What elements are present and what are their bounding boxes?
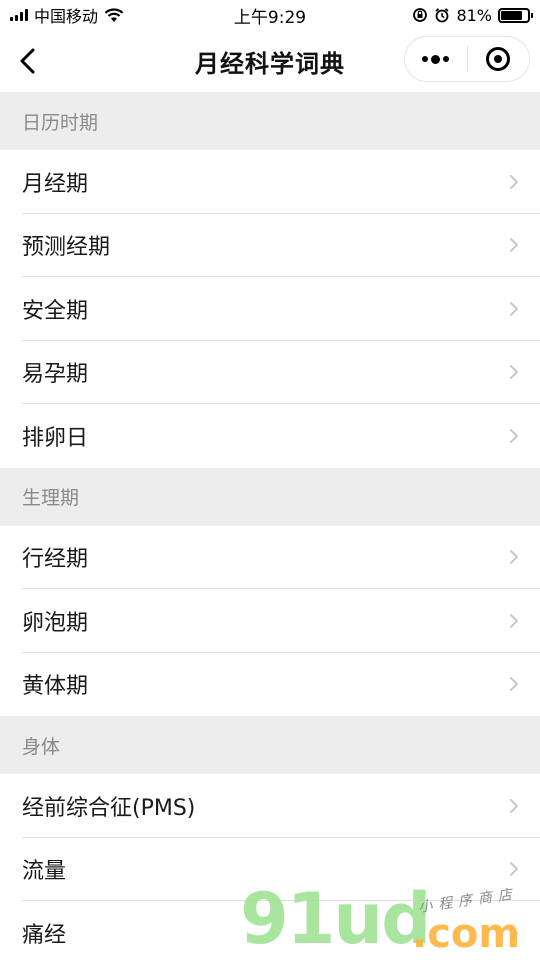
list-item-label: 易孕期 bbox=[22, 362, 89, 388]
list-item[interactable]: 预测经期 bbox=[0, 213, 540, 277]
chevron-right-icon bbox=[510, 301, 518, 316]
section-header: 生理期 bbox=[0, 467, 540, 526]
chevron-right-icon bbox=[510, 365, 518, 380]
list-item[interactable]: 经前综合征(PMS) bbox=[0, 774, 540, 838]
wifi-icon bbox=[104, 7, 124, 22]
list-item-label: 卵泡期 bbox=[22, 610, 89, 636]
list-item-label: 流量 bbox=[22, 859, 67, 885]
list-item[interactable]: 安全期 bbox=[0, 277, 540, 341]
list-item[interactable]: 月经期 bbox=[0, 150, 540, 214]
chevron-right-icon bbox=[510, 238, 518, 253]
chevron-right-icon bbox=[510, 862, 518, 877]
list-item-label: 月经期 bbox=[22, 171, 89, 197]
chevron-left-icon bbox=[20, 48, 35, 74]
chevron-right-icon bbox=[510, 613, 518, 628]
battery-level bbox=[501, 10, 523, 20]
dictionary-list: 日历时期 月经期 预测经期 安全期 易孕期 排卵日 生理期 行经期 卵泡期 黄体… bbox=[0, 92, 540, 960]
more-button[interactable] bbox=[405, 37, 467, 81]
list-item-label: 安全期 bbox=[22, 298, 89, 324]
page-title: 月经科学词典 bbox=[195, 49, 345, 78]
carrier-label: 中国移动 bbox=[34, 7, 99, 26]
chevron-right-icon bbox=[510, 174, 518, 189]
list-item[interactable]: 流量 bbox=[0, 837, 540, 901]
list-item-label: 经前综合征(PMS) bbox=[22, 795, 196, 821]
back-button[interactable] bbox=[12, 44, 42, 78]
target-icon bbox=[486, 47, 511, 71]
list-item[interactable]: 卵泡期 bbox=[0, 589, 540, 653]
signal-icon bbox=[10, 9, 28, 21]
chevron-right-icon bbox=[510, 925, 518, 940]
alarm-icon bbox=[435, 8, 450, 23]
close-button[interactable] bbox=[468, 37, 530, 81]
mini-program-capsule bbox=[404, 36, 530, 82]
list-item[interactable]: 黄体期 bbox=[0, 652, 540, 716]
status-bar: 中国移动 上午9:29 81% bbox=[0, 0, 540, 30]
list-item-label: 排卵日 bbox=[22, 425, 89, 451]
list-item-label: 行经期 bbox=[22, 547, 89, 573]
status-left: 中国移动 bbox=[10, 3, 124, 27]
nav-bar: 月经科学词典 bbox=[0, 30, 540, 92]
section-header: 日历时期 bbox=[0, 92, 540, 150]
list-item[interactable]: 易孕期 bbox=[0, 340, 540, 404]
list-item[interactable]: 行经期 bbox=[0, 525, 540, 589]
battery-icon bbox=[498, 7, 533, 23]
battery-percent: 81% bbox=[456, 5, 492, 25]
more-icon bbox=[422, 54, 450, 64]
chevron-right-icon bbox=[510, 550, 518, 565]
section-header: 身体 bbox=[0, 716, 540, 774]
status-right: 81% bbox=[412, 5, 533, 25]
list-item-label: 黄体期 bbox=[22, 674, 89, 700]
chevron-right-icon bbox=[510, 428, 518, 443]
list-item[interactable]: 痛经 bbox=[0, 901, 540, 960]
chevron-right-icon bbox=[510, 677, 518, 692]
list-item-label: 痛经 bbox=[22, 922, 67, 948]
list-item[interactable]: 排卵日 bbox=[0, 404, 540, 468]
rotation-lock-icon bbox=[413, 8, 428, 22]
list-item-label: 预测经期 bbox=[22, 235, 111, 261]
chevron-right-icon bbox=[510, 798, 518, 813]
